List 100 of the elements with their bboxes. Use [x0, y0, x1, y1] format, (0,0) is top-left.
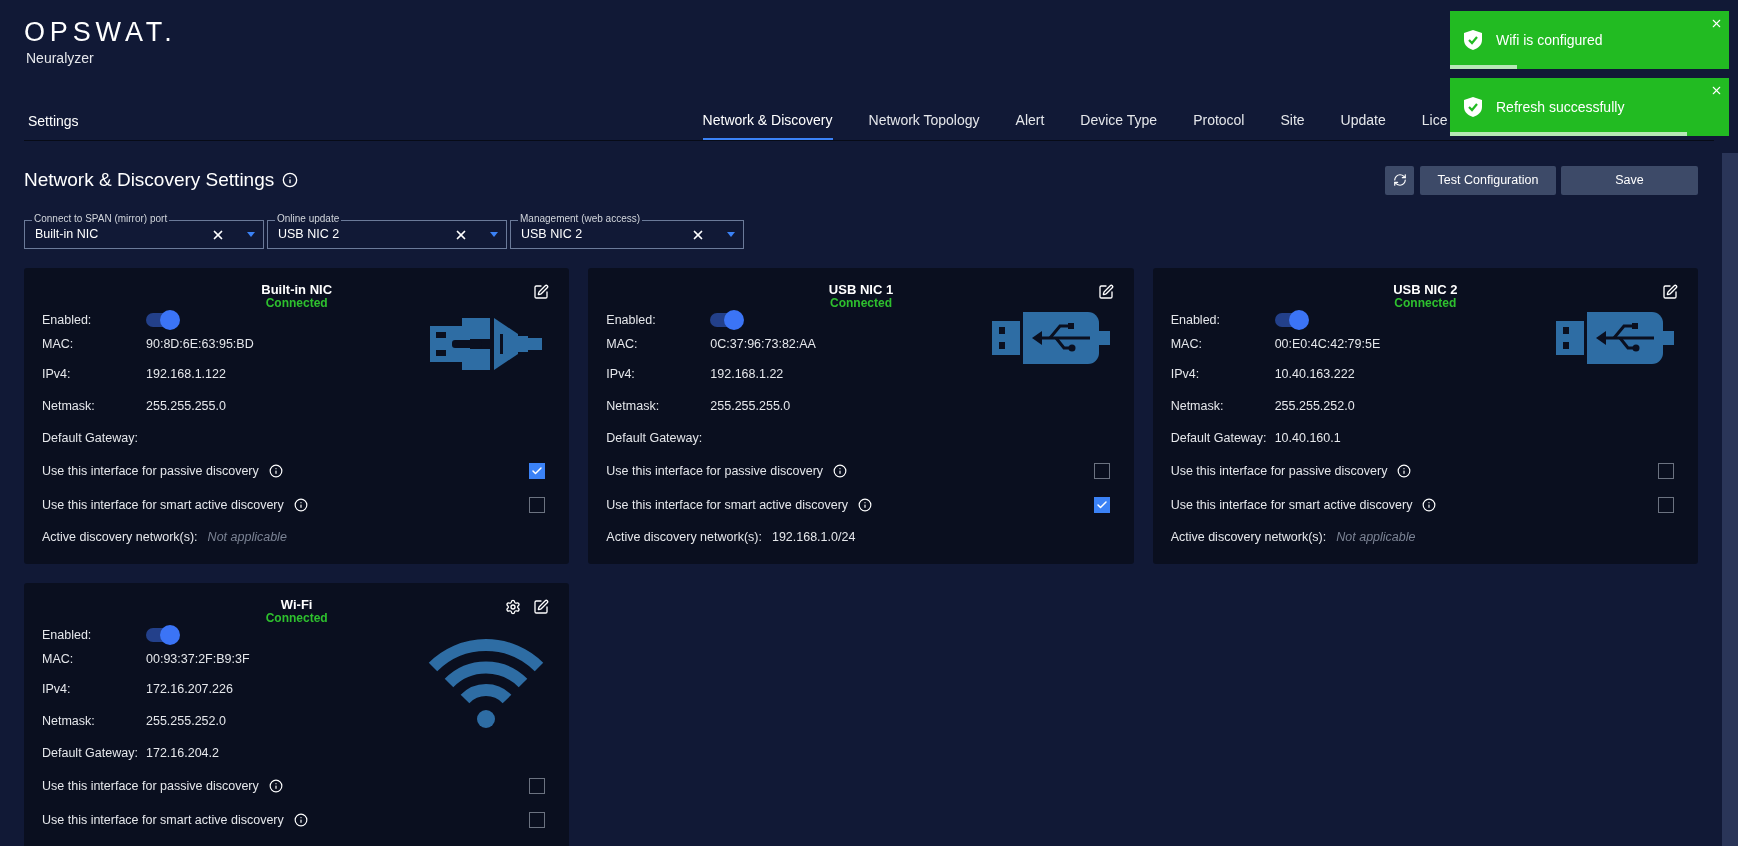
- info-icon[interactable]: [293, 498, 308, 512]
- card-title: USB NIC 1: [828, 282, 894, 297]
- field-value: 255.255.255.0: [710, 397, 791, 415]
- field-label: MAC:: [606, 335, 639, 353]
- field-label: Netmask:: [42, 397, 96, 415]
- checkbox[interactable]: [529, 778, 546, 794]
- field-value: Not applicable: [1336, 528, 1416, 546]
- edit-icon[interactable]: [1097, 284, 1114, 300]
- field-label: Enabled:: [42, 311, 93, 329]
- check-icon: [1095, 499, 1108, 511]
- info-icon[interactable]: [1422, 498, 1437, 512]
- status-text: Connected: [830, 297, 892, 310]
- tab[interactable]: Lice: [1421, 110, 1448, 140]
- field-label: Active discovery network(s):: [606, 528, 762, 546]
- usb-drive-icon: [1556, 312, 1674, 364]
- field-value: 00:93:37:2F:B9:3F: [146, 650, 250, 668]
- card-title: USB NIC 2: [1393, 282, 1458, 297]
- checkbox[interactable]: [1093, 497, 1110, 513]
- refresh-icon: [1392, 173, 1407, 187]
- close-icon[interactable]: [1710, 17, 1723, 30]
- field-value: 255.255.252.0: [1274, 397, 1355, 415]
- option-label: Use this interface for smart active discovery: [606, 496, 849, 514]
- checkbox[interactable]: [1658, 497, 1674, 513]
- toggle-switch[interactable]: [710, 313, 741, 327]
- select-value: Built-in NIC: [35, 226, 100, 244]
- save-button[interactable]: Save: [1561, 165, 1698, 195]
- field-value: 10.40.160.1: [1274, 429, 1341, 447]
- info-icon[interactable]: [268, 464, 283, 478]
- card-title: Wi-Fi: [280, 597, 313, 612]
- checkbox[interactable]: [529, 463, 546, 479]
- status-text: Connected: [265, 297, 328, 310]
- edit-icon[interactable]: [533, 599, 550, 615]
- tab[interactable]: Alert: [1015, 110, 1045, 140]
- page-title: Network & Discovery Settings: [24, 167, 275, 192]
- field-label: MAC:: [42, 650, 75, 668]
- field-label: Enabled:: [1170, 311, 1221, 329]
- select-label: Management (web access): [518, 213, 643, 225]
- checkbox[interactable]: [1093, 463, 1110, 479]
- toast-message: Refresh successfully: [1496, 97, 1625, 117]
- field-label: Enabled:: [606, 311, 657, 329]
- field-label: Enabled:: [42, 626, 93, 644]
- info-icon[interactable]: [268, 779, 283, 793]
- checkbox[interactable]: [529, 812, 546, 828]
- info-icon[interactable]: [833, 464, 848, 478]
- select-value: USB NIC 2: [278, 226, 341, 244]
- checkbox[interactable]: [1658, 463, 1674, 479]
- edit-icon[interactable]: [533, 284, 550, 300]
- option-label: Use this interface for passive discovery: [606, 462, 824, 480]
- select-label: Online update: [275, 213, 342, 225]
- close-icon[interactable]: [1710, 84, 1723, 97]
- tab[interactable]: Update: [1340, 110, 1386, 140]
- field-label: Netmask:: [1170, 397, 1225, 415]
- dropdown-caret-icon[interactable]: [490, 232, 498, 237]
- tab[interactable]: Network Topology: [868, 110, 980, 140]
- tab[interactable]: Device Type: [1080, 110, 1158, 140]
- shield-check-icon: [1464, 30, 1482, 50]
- field-label: Netmask:: [42, 712, 96, 730]
- card-title: Built-in NIC: [261, 282, 333, 297]
- usb-drive-icon: [991, 312, 1110, 364]
- tab[interactable]: Protocol: [1193, 110, 1245, 140]
- test-configuration-button[interactable]: Test Configuration: [1420, 165, 1556, 195]
- field-value: 90:8D:6E:63:95:BD: [146, 335, 254, 353]
- option-label: Use this interface for smart active discovery: [42, 811, 284, 829]
- field-value: Not applicable: [207, 528, 287, 546]
- field-value: 255.255.252.0: [146, 712, 226, 730]
- field-value: 255.255.255.0: [146, 397, 226, 415]
- field-value: 172.16.204.2: [146, 744, 219, 762]
- select-value: USB NIC 2: [521, 226, 584, 244]
- refresh-button[interactable]: [1385, 165, 1414, 195]
- option-label: Use this interface for passive discovery: [1170, 462, 1388, 480]
- tab[interactable]: Network & Discovery: [702, 110, 833, 140]
- scrollbar[interactable]: [1722, 153, 1738, 846]
- product-name: Neuralyzer: [26, 49, 95, 68]
- option-label: Use this interface for smart active discovery: [1170, 496, 1413, 514]
- option-label: Use this interface for passive discovery: [42, 462, 259, 480]
- field-label: Default Gateway:: [42, 744, 139, 762]
- info-icon[interactable]: [293, 813, 308, 827]
- field-value: 10.40.163.222: [1274, 365, 1355, 383]
- settings-icon[interactable]: [505, 599, 522, 615]
- section-title: Settings: [27, 112, 79, 131]
- field-label: Default Gateway:: [606, 429, 704, 447]
- toast-message: Wifi is configured: [1496, 30, 1603, 50]
- field-label: Default Gateway:: [42, 429, 139, 447]
- check-icon: [531, 465, 544, 477]
- field-label: MAC:: [42, 335, 75, 353]
- dropdown-caret-icon[interactable]: [727, 232, 735, 237]
- field-label: MAC:: [1170, 335, 1203, 353]
- field-value: 00:E0:4C:42:79:5E: [1274, 335, 1381, 353]
- info-icon[interactable]: [282, 172, 299, 188]
- field-label: IPv4:: [42, 680, 72, 698]
- edit-icon[interactable]: [1662, 284, 1678, 300]
- field-label: IPv4:: [42, 365, 72, 383]
- field-label: Default Gateway:: [1170, 429, 1268, 447]
- dropdown-caret-icon[interactable]: [247, 232, 255, 237]
- info-icon[interactable]: [858, 498, 873, 512]
- logo: OPSWAT.: [24, 16, 177, 48]
- tab[interactable]: Site: [1280, 110, 1305, 140]
- info-icon[interactable]: [1397, 464, 1412, 478]
- checkbox[interactable]: [529, 497, 546, 513]
- field-value: 192.168.1.0/24: [771, 528, 856, 546]
